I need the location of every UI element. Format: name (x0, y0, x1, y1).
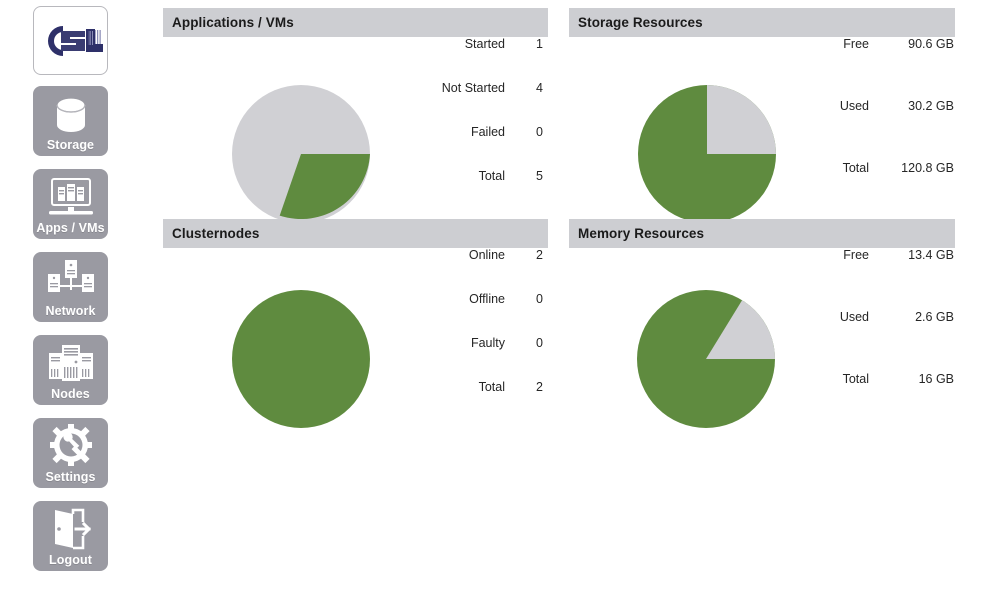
stat-row: Total 5 (353, 169, 543, 213)
stat-value: 2 (536, 248, 543, 262)
stat-row: Total 2 (353, 380, 543, 424)
stat-row: Total 16 GB (569, 372, 955, 434)
panel-title: Storage Resources (569, 8, 955, 37)
stat-value: 13.4 GB (908, 248, 954, 262)
sidebar-item-label: Storage (46, 138, 95, 152)
stat-row: Online 2 (353, 248, 543, 292)
panel-title: Clusternodes (163, 219, 548, 248)
panel-body: Free 13.4 GB Used 2.6 GB Total 16 GB (569, 248, 955, 428)
sidebar-item-label: Settings (45, 470, 96, 484)
stat-label: Offline (469, 292, 505, 306)
stat-label: Total (842, 372, 869, 386)
stat-label: Not Started (441, 81, 505, 95)
stat-value: 2.6 GB (915, 310, 954, 324)
stat-label: Total (478, 380, 505, 394)
stat-row: Faulty 0 (353, 336, 543, 380)
panel-title: Memory Resources (569, 219, 955, 248)
apps-vms-icon (43, 175, 99, 219)
network-icon (43, 258, 99, 302)
clusternodes-pie (231, 289, 371, 434)
nodes-icon (43, 341, 99, 385)
panel-memory-resources: Memory Resources Free 13.4 GB Used 2.6 G… (569, 219, 955, 428)
stat-value: 5 (536, 169, 543, 183)
sidebar-item-nodes[interactable]: Nodes (33, 335, 108, 405)
stat-value: 0 (536, 125, 543, 139)
stat-value: 90.6 GB (908, 37, 954, 51)
stat-row: Not Started 4 (353, 81, 543, 125)
logout-door-icon (43, 507, 99, 551)
stat-label: Used (839, 310, 869, 324)
stat-value: 1 (536, 37, 543, 51)
sidebar-item-label: Nodes (51, 387, 90, 401)
stat-row: Offline 0 (353, 292, 543, 336)
stat-row: Failed 0 (353, 125, 543, 169)
panel-body: Free 90.6 GB Used 30.2 GB Total 120.8 GB (569, 37, 955, 223)
stat-label: Total (478, 169, 505, 183)
sidebar-item-label: Logout (49, 553, 92, 567)
stat-value: 4 (536, 81, 543, 95)
sidebar-item-label: Apps / VMs (36, 221, 105, 235)
sidebar-item-apps-vms[interactable]: Apps / VMs (33, 169, 108, 239)
stat-row: Total 120.8 GB (569, 161, 955, 223)
stat-value: 0 (536, 336, 543, 350)
stat-label: Started (464, 37, 505, 51)
panel-body: Online 2 Offline 0 Faulty 0 Total 2 (163, 248, 548, 428)
stat-row: Used 30.2 GB (569, 99, 955, 161)
stat-row: Used 2.6 GB (569, 310, 955, 372)
stat-row: Free 90.6 GB (569, 37, 955, 99)
stat-label: Free (843, 37, 869, 51)
stat-label: Online (468, 248, 505, 262)
settings-gear-icon (43, 424, 99, 468)
applications-vms-pie (231, 84, 371, 229)
panel-title: Applications / VMs (163, 8, 548, 37)
panel-storage-resources: Storage Resources Free 90.6 GB Used 30.2… (569, 8, 955, 223)
stat-row: Free 13.4 GB (569, 248, 955, 310)
stats-list: Free 13.4 GB Used 2.6 GB Total 16 GB (569, 248, 955, 434)
csl-logo-icon (39, 20, 103, 62)
stat-value: 0 (536, 292, 543, 306)
sidebar-item-settings[interactable]: Settings (33, 418, 108, 488)
stat-value: 2 (536, 380, 543, 394)
sidebar: Storage Apps / VMs Network Nodes Setting… (0, 0, 140, 589)
stat-value: 120.8 GB (901, 161, 954, 175)
stat-label: Total (842, 161, 869, 175)
stats-list: Free 90.6 GB Used 30.2 GB Total 120.8 GB (569, 37, 955, 223)
panel-clusternodes: Clusternodes Online 2 Offline 0 Faulty 0… (163, 219, 548, 428)
stat-label: Faulty (470, 336, 505, 350)
stat-label: Used (839, 99, 869, 113)
stat-label: Failed (470, 125, 505, 139)
sidebar-item-network[interactable]: Network (33, 252, 108, 322)
stat-row: Started 1 (353, 37, 543, 81)
stat-value: 30.2 GB (908, 99, 954, 113)
sidebar-item-label: Network (45, 304, 96, 318)
panel-applications-vms: Applications / VMs Started 1 Not Started… (163, 8, 548, 223)
storage-icon (43, 92, 99, 136)
sidebar-item-logout[interactable]: Logout (33, 501, 108, 571)
sidebar-item-storage[interactable]: Storage (33, 86, 108, 156)
sidebar-item-logo[interactable] (33, 6, 108, 75)
panel-body: Started 1 Not Started 4 Failed 0 Total 5 (163, 37, 548, 223)
stat-value: 16 GB (918, 372, 954, 386)
stat-label: Free (843, 248, 869, 262)
